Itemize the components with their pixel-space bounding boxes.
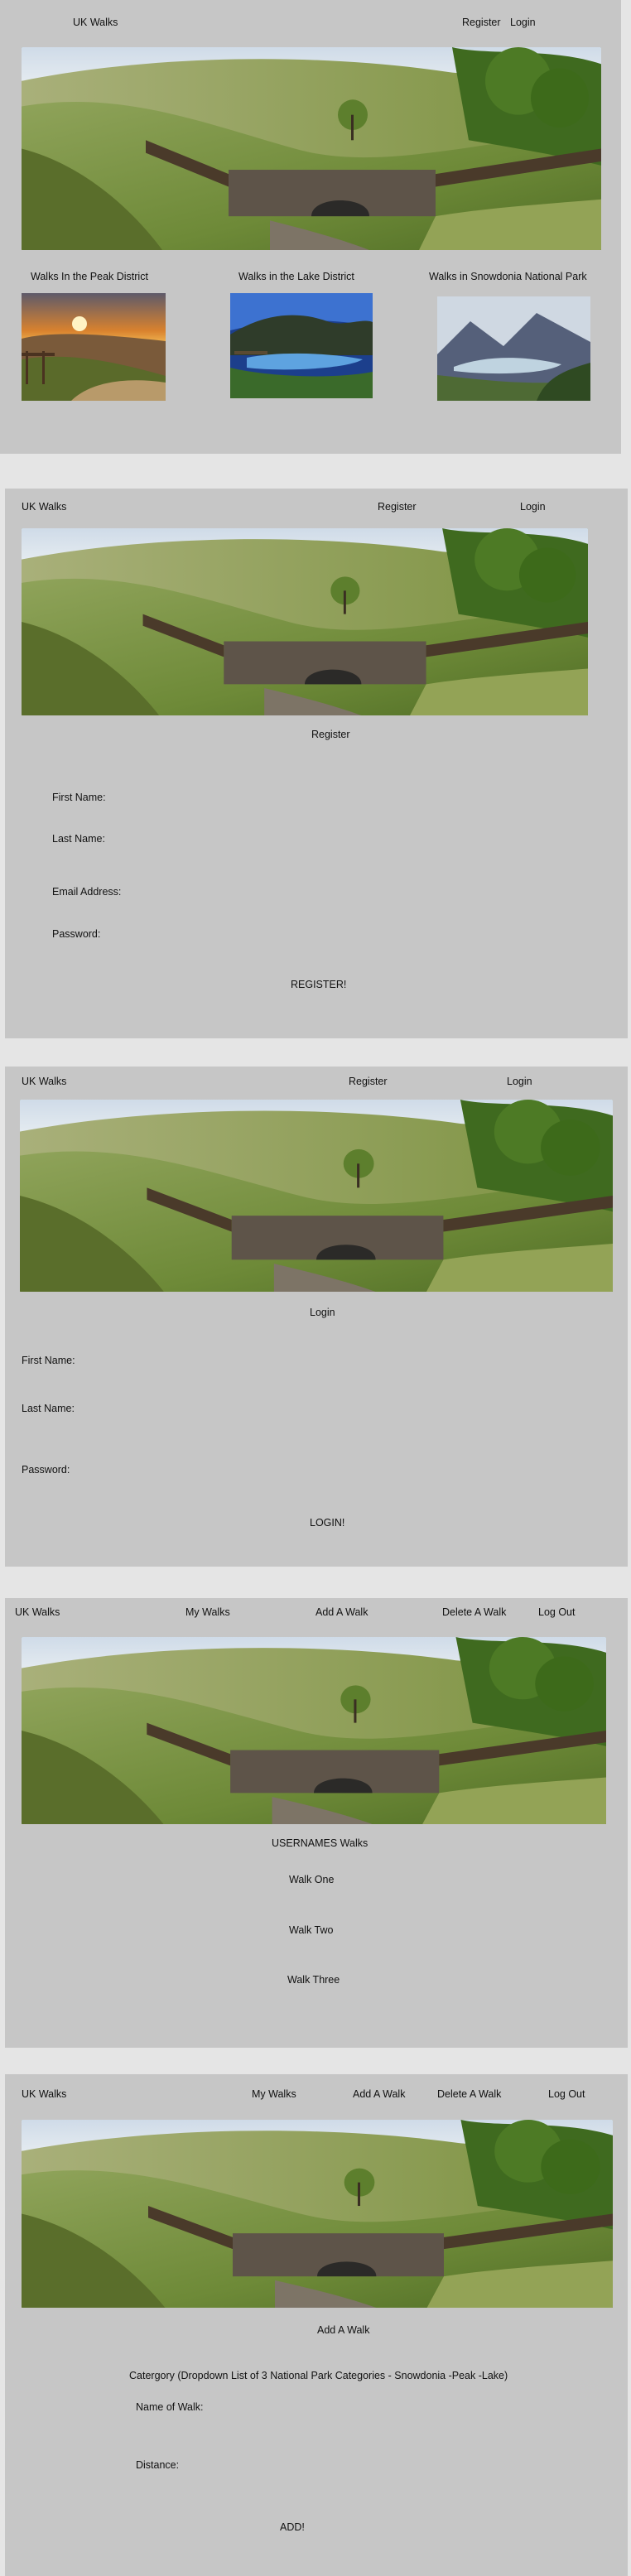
- first-name-field[interactable]: First Name:: [52, 792, 106, 803]
- password-field[interactable]: Password:: [22, 1464, 70, 1476]
- login-wireframe: UK Walks Register Login Login First Name…: [5, 1067, 628, 1567]
- hero-image: [22, 47, 601, 250]
- lake-district-image[interactable]: [230, 293, 373, 398]
- add-button[interactable]: ADD!: [280, 2521, 305, 2533]
- logout-link[interactable]: Log Out: [548, 2088, 585, 2100]
- add-walk-link[interactable]: Add A Walk: [353, 2088, 405, 2100]
- walk-item[interactable]: Walk Three: [287, 1974, 340, 1986]
- login-link[interactable]: Login: [510, 17, 536, 28]
- last-name-field[interactable]: Last Name:: [22, 1403, 75, 1414]
- walk-item[interactable]: Walk One: [289, 1874, 334, 1885]
- login-link[interactable]: Login: [520, 501, 546, 513]
- register-wireframe: UK Walks Register Login Register First N…: [5, 489, 628, 1038]
- delete-walk-link[interactable]: Delete A Walk: [442, 1606, 506, 1618]
- login-button[interactable]: LOGIN!: [310, 1517, 344, 1529]
- hero-image: [22, 2120, 613, 2308]
- my-walks-wireframe: UK Walks My Walks Add A Walk Delete A Wa…: [5, 1598, 628, 2048]
- hero-image: [20, 1100, 613, 1292]
- card-snowdonia-label[interactable]: Walks in Snowdonia National Park: [429, 271, 587, 282]
- email-field[interactable]: Email Address:: [52, 886, 121, 898]
- hero-image: [22, 528, 588, 715]
- brand-link[interactable]: UK Walks: [73, 17, 118, 28]
- login-link[interactable]: Login: [507, 1076, 532, 1087]
- page-title: Login: [310, 1307, 335, 1318]
- page-title: Register: [311, 729, 350, 740]
- distance-field[interactable]: Distance:: [136, 2459, 179, 2471]
- delete-walk-link[interactable]: Delete A Walk: [437, 2088, 501, 2100]
- register-link[interactable]: Register: [462, 17, 501, 28]
- logout-link[interactable]: Log Out: [538, 1606, 575, 1618]
- register-link[interactable]: Register: [349, 1076, 388, 1087]
- home-wireframe: UK Walks Register Login Walks In the Pea…: [0, 0, 621, 454]
- brand-link[interactable]: UK Walks: [22, 2088, 66, 2100]
- walk-item[interactable]: Walk Two: [289, 1924, 334, 1936]
- page-title: USERNAMES Walks: [272, 1837, 368, 1849]
- hero-image: [22, 1637, 606, 1824]
- page-title: Add A Walk: [317, 2324, 370, 2336]
- brand-link[interactable]: UK Walks: [22, 501, 66, 513]
- snowdonia-image[interactable]: [437, 296, 590, 401]
- register-link[interactable]: Register: [378, 501, 417, 513]
- password-field[interactable]: Password:: [52, 928, 100, 940]
- add-walk-wireframe: UK Walks My Walks Add A Walk Delete A Wa…: [5, 2074, 628, 2576]
- card-peak-label[interactable]: Walks In the Peak District: [31, 271, 148, 282]
- my-walks-link[interactable]: My Walks: [185, 1606, 230, 1618]
- my-walks-link[interactable]: My Walks: [252, 2088, 296, 2100]
- add-walk-link[interactable]: Add A Walk: [316, 1606, 368, 1618]
- peak-district-image[interactable]: [22, 293, 166, 401]
- brand-link[interactable]: UK Walks: [15, 1606, 60, 1618]
- last-name-field[interactable]: Last Name:: [52, 833, 105, 845]
- category-dropdown[interactable]: Catergory (Dropdown List of 3 National P…: [129, 2370, 508, 2381]
- first-name-field[interactable]: First Name:: [22, 1355, 75, 1366]
- walk-name-field[interactable]: Name of Walk:: [136, 2401, 204, 2413]
- card-lake-label[interactable]: Walks in the Lake District: [238, 271, 354, 282]
- brand-link[interactable]: UK Walks: [22, 1076, 66, 1087]
- register-button[interactable]: REGISTER!: [291, 979, 346, 990]
